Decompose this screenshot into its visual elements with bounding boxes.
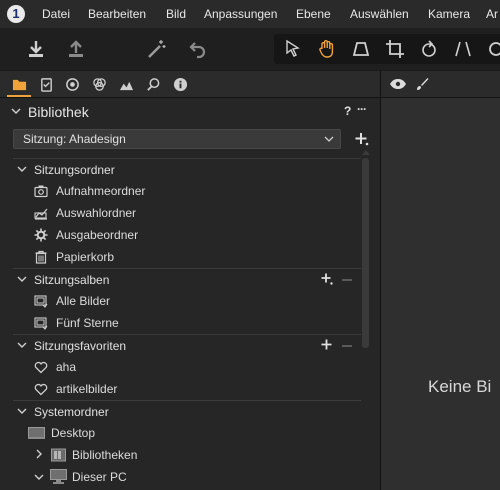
section-system-folders[interactable]: Systemordner — [13, 400, 361, 423]
list-item-aha[interactable]: aha — [13, 356, 353, 378]
menu-ansicht-truncated[interactable]: Ar — [486, 7, 498, 21]
chevron-down-icon — [17, 166, 27, 172]
selects-folder-icon — [34, 208, 48, 220]
section-session-favorites[interactable]: Sitzungsfavoriten — [13, 334, 361, 357]
folder-icon[interactable] — [7, 75, 31, 97]
viewer-area — [381, 71, 500, 490]
list-item-desktop[interactable]: Desktop — [13, 422, 353, 444]
hand-pan-icon[interactable] — [312, 34, 342, 64]
list-item-dieser-pc[interactable]: Dieser PC — [13, 466, 353, 488]
menu-ebene[interactable]: Ebene — [296, 7, 331, 21]
export-icon[interactable] — [61, 34, 91, 64]
more-options-button[interactable]: ··· — [357, 102, 367, 116]
remove-album-icon[interactable] — [342, 279, 352, 281]
list-item-label: aha — [56, 360, 77, 374]
list-item-auswahlordner[interactable]: Auswahlordner — [13, 202, 353, 224]
eye-icon[interactable] — [389, 78, 407, 90]
list-item-label: Ausgabeordner — [56, 228, 139, 242]
capture-icon[interactable] — [63, 75, 81, 93]
chevron-right-icon[interactable] — [35, 449, 43, 459]
list-item-label: Fünf Sterne — [56, 316, 119, 330]
adjust-icon[interactable] — [90, 75, 108, 93]
computer-icon — [50, 469, 67, 484]
chevron-down-icon[interactable] — [11, 107, 21, 115]
help-button[interactable]: ? — [344, 104, 351, 118]
crop-icon[interactable] — [380, 34, 410, 64]
brush-icon[interactable] — [415, 77, 429, 91]
list-item-label: Bibliotheken — [72, 448, 138, 462]
session-select-value: Sitzung: Ahadesign — [23, 132, 126, 146]
select-cursor-icon[interactable] — [278, 34, 308, 64]
gear-icon — [34, 228, 48, 242]
list-item-artikelbilder[interactable]: artikelbilder — [13, 378, 353, 400]
add-album-icon[interactable] — [321, 273, 333, 285]
toolbar — [0, 28, 500, 70]
section-label: Systemordner — [34, 405, 109, 419]
keystone-icon[interactable] — [346, 34, 376, 64]
heart-icon — [34, 383, 48, 396]
info-icon[interactable] — [171, 75, 189, 93]
add-favorite-icon[interactable] — [321, 339, 333, 351]
album-icon — [34, 295, 48, 308]
menu-bearbeiten[interactable]: Bearbeiten — [88, 7, 146, 21]
list-item-bibliotheken[interactable]: Bibliotheken — [13, 444, 353, 466]
list-item-label: Auswahlordner — [56, 206, 137, 220]
library-header[interactable]: Bibliothek ? ··· — [0, 98, 380, 124]
chevron-down-icon — [17, 342, 27, 348]
scroll-up-arrow[interactable] — [362, 150, 370, 155]
list-item-aufnahmeordner[interactable]: Aufnahmeordner — [13, 180, 353, 202]
menu-datei[interactable]: Datei — [42, 7, 70, 21]
section-session-folders[interactable]: Sitzungsordner — [13, 158, 361, 181]
section-label: Sitzungsfavoriten — [34, 339, 127, 353]
heart-icon — [34, 361, 48, 374]
section-label: Sitzungsordner — [34, 163, 115, 177]
list-item-label: artikelbilder — [56, 382, 118, 396]
list-item-papierkorb[interactable]: Papierkorb — [13, 246, 353, 268]
camera-icon — [34, 185, 48, 198]
add-session-icon[interactable] — [355, 132, 369, 146]
menu-anpassungen[interactable]: Anpassungen — [204, 7, 277, 21]
search-icon[interactable] — [144, 75, 162, 93]
list-item-label: Alle Bilder — [56, 294, 111, 308]
library-title: Bibliothek — [28, 104, 89, 120]
magic-wand-icon[interactable] — [141, 34, 171, 64]
undo-icon[interactable] — [183, 34, 213, 64]
desktop-icon — [28, 427, 45, 439]
straighten-icon[interactable] — [448, 34, 478, 64]
exposure-icon[interactable] — [117, 75, 135, 93]
list-item-alle-bilder[interactable]: Alle Bilder — [13, 290, 353, 312]
chevron-down-icon[interactable] — [34, 473, 44, 481]
import-icon[interactable] — [21, 34, 51, 64]
loupe-icon[interactable] — [480, 34, 500, 64]
viewer-tabs — [381, 71, 500, 98]
section-session-albums[interactable]: Sitzungsalben — [13, 268, 361, 291]
menu-bild[interactable]: Bild — [166, 7, 186, 21]
chevron-down-icon — [324, 136, 334, 142]
list-item-ausgabeordner[interactable]: Ausgabeordner — [13, 224, 353, 246]
album-icon — [34, 317, 48, 330]
clipboard-icon[interactable] — [37, 75, 55, 93]
list-item-label: Dieser PC — [72, 470, 127, 484]
tool-tabs — [0, 71, 380, 98]
remove-favorite-icon[interactable] — [342, 345, 352, 347]
libraries-icon — [51, 448, 66, 462]
list-item-label: Desktop — [51, 426, 96, 440]
session-select[interactable]: Sitzung: Ahadesign — [13, 129, 341, 149]
list-item-fuenf-sterne[interactable]: Fünf Sterne — [13, 312, 353, 334]
section-label: Sitzungsalben — [34, 273, 110, 287]
trash-icon — [35, 250, 47, 264]
menu-bar: 1 Datei Bearbeiten Bild Anpassungen Eben… — [0, 0, 500, 28]
list-item-label: Papierkorb — [56, 250, 115, 264]
empty-viewer-text: Keine Bi — [428, 377, 492, 396]
menu-auswaehlen[interactable]: Auswählen — [350, 7, 409, 21]
list-item-label: Aufnahmeordner — [56, 184, 146, 198]
menu-kamera[interactable]: Kamera — [428, 7, 470, 21]
app-logo-icon[interactable]: 1 — [7, 5, 25, 23]
scrollbar-thumb[interactable] — [362, 158, 369, 348]
rotate-icon[interactable] — [414, 34, 444, 64]
chevron-down-icon — [17, 276, 27, 282]
chevron-down-icon — [17, 408, 27, 414]
